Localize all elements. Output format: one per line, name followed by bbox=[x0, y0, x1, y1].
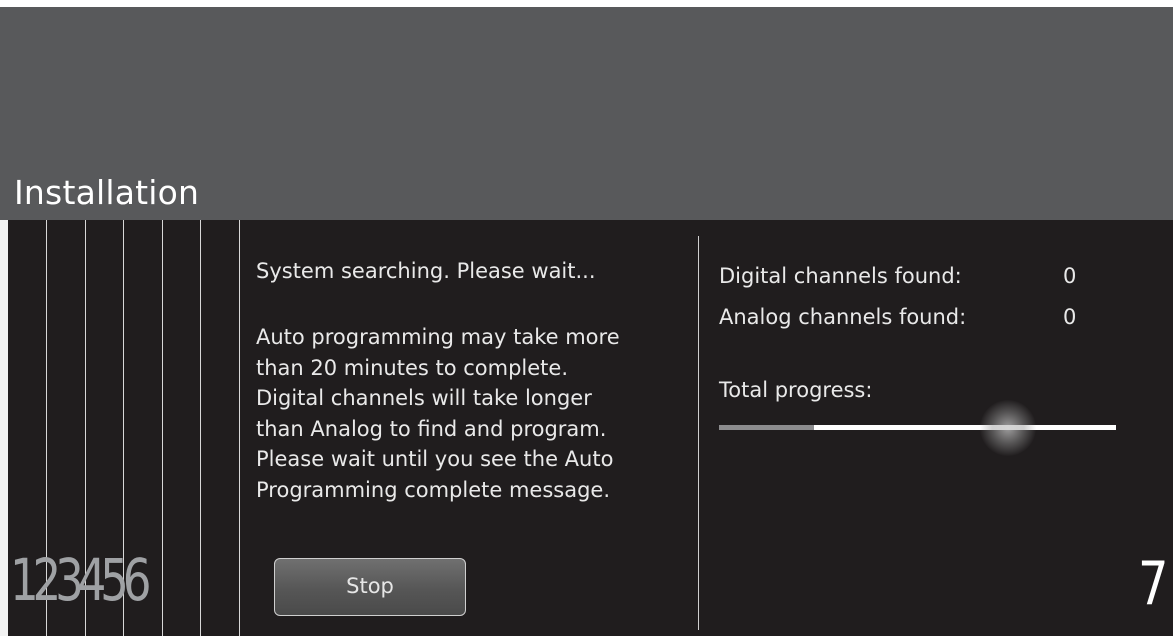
total-progress-bar bbox=[719, 425, 1116, 430]
info-message: Auto programming may take more than 20 m… bbox=[256, 322, 696, 505]
analog-channels-label: Analog channels found: bbox=[719, 305, 967, 329]
total-progress-label: Total progress: bbox=[719, 378, 873, 402]
completed-step-numbers: 123456 bbox=[10, 546, 152, 614]
header-bar: Installation bbox=[0, 0, 1173, 220]
info-line: than Analog to find and program. bbox=[256, 416, 607, 441]
analog-channels-count: 0 bbox=[1063, 305, 1077, 329]
current-step-number: 7 bbox=[1138, 549, 1169, 619]
step-divider-6 bbox=[239, 220, 240, 636]
panel-divider bbox=[698, 236, 699, 630]
search-status-text: System searching. Please wait... bbox=[256, 259, 596, 283]
info-line: than 20 minutes to complete. bbox=[256, 355, 568, 380]
left-edge-strip bbox=[0, 220, 8, 636]
digital-channels-count: 0 bbox=[1063, 264, 1077, 288]
step-divider-5 bbox=[200, 220, 201, 636]
info-line: Programming complete message. bbox=[256, 477, 611, 502]
digital-channels-label: Digital channels found: bbox=[719, 264, 962, 288]
info-line: Digital channels will take longer bbox=[256, 386, 592, 410]
info-line: Please wait until you see the Auto bbox=[256, 447, 614, 471]
step-divider-4 bbox=[162, 220, 163, 636]
page-title: Installation bbox=[14, 173, 200, 212]
stop-button[interactable]: Stop bbox=[274, 558, 466, 616]
progress-glow-indicator bbox=[980, 400, 1036, 456]
info-line: Auto programming may take more bbox=[256, 325, 620, 349]
progress-fill bbox=[719, 425, 815, 430]
